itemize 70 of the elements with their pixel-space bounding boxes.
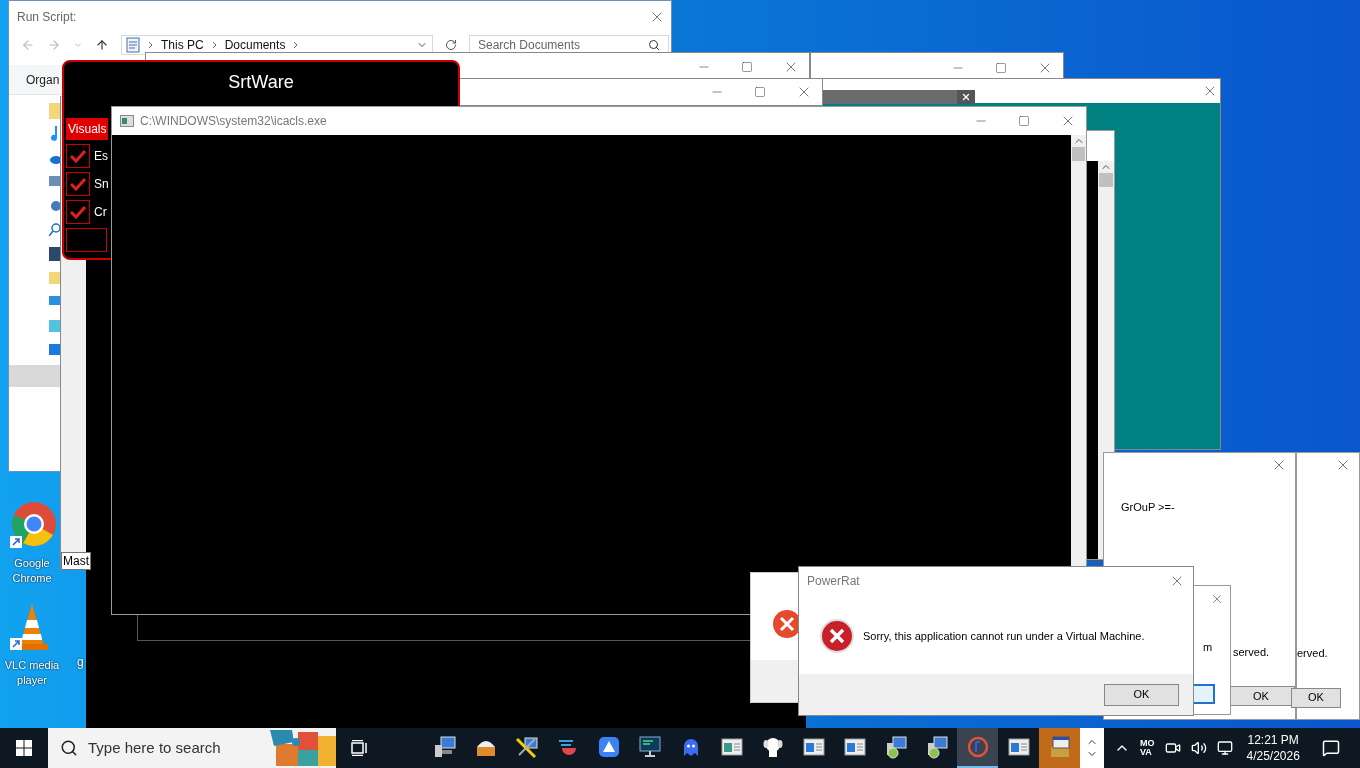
search-field[interactable]: Type here to search [48,728,336,768]
tools-icon [514,735,539,759]
checkbox[interactable] [66,172,90,196]
input-field[interactable] [66,228,107,252]
window-icon [719,735,744,759]
error-icon [820,619,854,653]
window-icon [801,735,826,759]
breadcrumb-item[interactable]: This PC [161,36,204,54]
chevron-icon [293,41,299,49]
chevron-icon [211,41,217,49]
checkbox[interactable] [66,200,90,224]
folder-icon[interactable] [49,103,61,119]
ok-button[interactable]: OK [1291,687,1341,708]
checkbox[interactable] [66,144,90,168]
chrome-icon[interactable] [8,500,56,550]
window-title: C:\WINDOWS\system32\icacls.exe [140,113,327,130]
task-view-icon[interactable] [351,740,369,756]
close-icon[interactable] [1210,592,1224,606]
refresh-icon[interactable] [445,39,457,51]
triangle-app-icon [596,735,621,759]
search-icon [648,39,660,51]
close-button[interactable] [957,90,975,104]
console-icon [120,115,134,127]
magnifier-icon[interactable] [49,221,61,239]
camera-icon[interactable] [1164,740,1181,756]
check-icon [70,177,86,191]
dialog-text: erved. [1297,646,1328,661]
ring-icon [965,735,990,759]
error-message: Sorry, this application cannot run under a Virtual Machine. [863,628,1145,644]
speaker-icon[interactable] [1190,740,1207,756]
tab[interactable]: Visuals [66,118,109,140]
window-title: SrtWare [228,70,294,94]
scroll-thumb[interactable] [1072,147,1085,161]
dialog-text: served. [1233,644,1270,660]
film-icon[interactable] [49,245,61,263]
maximize-icon[interactable] [741,61,753,73]
dialog-text: m [1202,640,1214,655]
computer-icon [432,735,457,759]
close-icon [961,92,971,102]
taskbar-app[interactable] [1039,728,1080,768]
maximize-icon[interactable] [754,86,766,98]
windows-logo-icon [16,740,32,756]
tooltip: Mast [61,552,91,570]
clock[interactable]: 12:21 PM 4/25/2026 [1242,732,1304,764]
chevron-icon [148,41,153,49]
network-icon[interactable] [1216,740,1233,756]
scroll-thumb[interactable] [1099,173,1113,187]
option-label: Es [94,148,108,165]
terminal-monitor-icon [637,735,662,759]
notifications-icon[interactable] [1321,739,1340,757]
breadcrumb-item[interactable]: Documents [224,36,286,54]
window-icon [1006,735,1031,759]
option-label: Cr [94,204,107,221]
dialog-title: PowerRat [807,573,860,590]
window-title: Run Script: [17,9,77,26]
window-icon [842,735,867,759]
cube-icon[interactable] [49,317,61,335]
organize-menu[interactable]: Organ [26,70,60,89]
document-icon [126,37,140,53]
input-indicator[interactable]: MO VA [1140,739,1155,757]
check-icon [70,149,86,163]
check-icon [70,205,86,219]
search-icon [60,739,78,757]
maximize-icon[interactable] [1018,115,1030,127]
ok-button[interactable]: OK [1104,683,1179,706]
folder-icon[interactable] [49,269,61,287]
maximize-icon[interactable] [995,62,1007,74]
dialog-text: GrOuP >=- [1121,500,1175,515]
up-icon[interactable] [95,38,109,52]
option-label: Sn [94,176,109,193]
